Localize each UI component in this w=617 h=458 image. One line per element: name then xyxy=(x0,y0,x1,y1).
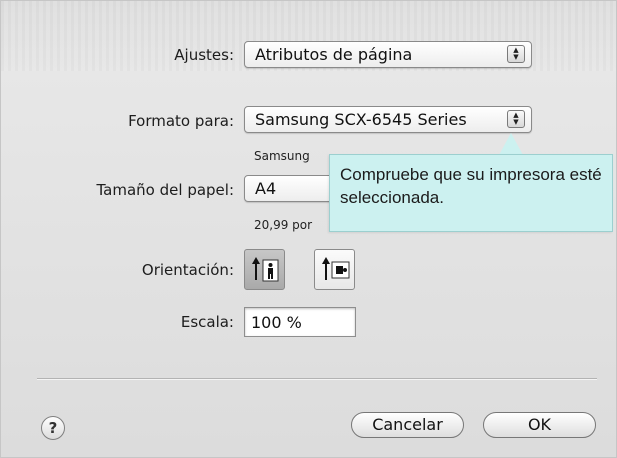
callout-pointer xyxy=(499,133,523,155)
help-button[interactable]: ? xyxy=(41,416,65,440)
scale-label: Escala: xyxy=(180,313,234,331)
paper-size-value: A4 xyxy=(255,179,277,198)
format-for-subtext: Samsung xyxy=(254,149,310,163)
settings-value: Atributos de página xyxy=(255,45,413,64)
format-for-value: Samsung SCX-6545 Series xyxy=(255,110,467,129)
scale-value: 100 % xyxy=(251,313,302,332)
format-for-label: Formato para: xyxy=(128,112,234,130)
callout-text: Compruebe que su impresora esté seleccio… xyxy=(340,165,602,207)
ok-button[interactable]: OK xyxy=(483,412,596,438)
portrait-icon xyxy=(252,257,279,282)
divider xyxy=(37,378,597,380)
paper-size-label: Tamaño del papel: xyxy=(96,181,235,199)
settings-popup[interactable]: Atributos de página ▲ ▼ xyxy=(244,41,532,68)
format-for-popup[interactable]: Samsung SCX-6545 Series ▲ ▼ xyxy=(244,106,532,133)
settings-label: Ajustes: xyxy=(174,46,234,64)
popup-arrows-icon: ▲ ▼ xyxy=(507,110,525,128)
paper-dimensions-text: 20,99 por xyxy=(254,218,313,232)
cancel-button[interactable]: Cancelar xyxy=(351,412,464,438)
popup-arrows-icon: ▲ ▼ xyxy=(507,45,525,63)
orientation-portrait-button[interactable] xyxy=(244,249,285,290)
annotation-callout: Compruebe que su impresora esté seleccio… xyxy=(329,154,613,232)
orientation-landscape-button[interactable] xyxy=(314,249,355,290)
landscape-icon xyxy=(322,257,350,280)
orientation-label: Orientación: xyxy=(141,261,234,279)
scale-input[interactable]: 100 % xyxy=(244,307,356,337)
page-setup-dialog: Ajustes: Atributos de página ▲ ▼ Formato … xyxy=(0,0,617,458)
